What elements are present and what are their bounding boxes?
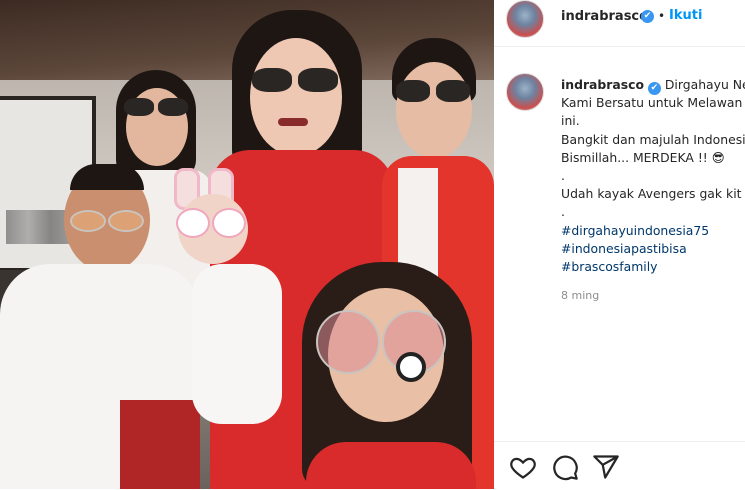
caption-line-0-text: Dirgahayu Ne xyxy=(664,77,745,92)
hashtag-link[interactable]: #dirgahayuindonesia75 xyxy=(561,222,745,240)
caption-line: Bangkit dan majulah Indonesi xyxy=(561,131,745,147)
post-sidebar: indrabrasco ✔ • Ikuti indrabrasco ✔ Dirg… xyxy=(494,0,745,489)
caption-line: . xyxy=(561,167,565,183)
user-avatar[interactable] xyxy=(506,0,544,38)
hashtag-link[interactable]: #brascosfamily xyxy=(561,258,745,276)
post-header: indrabrasco ✔ • Ikuti xyxy=(494,0,745,47)
action-bar xyxy=(494,441,745,490)
caption-line: Bismillah... MERDEKA !! 😎 xyxy=(561,149,725,165)
share-icon[interactable] xyxy=(592,453,620,481)
header-username[interactable]: indrabrasco xyxy=(561,9,648,24)
verified-badge-icon: ✔ xyxy=(641,10,654,23)
separator-dot: • xyxy=(658,9,666,23)
follow-button[interactable]: Ikuti xyxy=(669,8,702,23)
caption-avatar[interactable] xyxy=(506,73,544,111)
person-front-girl xyxy=(296,262,476,489)
post-media[interactable] xyxy=(0,0,494,489)
caption-line: . xyxy=(561,204,565,220)
person-baby xyxy=(168,168,298,428)
hashtag-link[interactable]: #indonesiapastibisa xyxy=(561,240,745,258)
caption-line-1: indrabrasco ✔ Dirgahayu Ne xyxy=(561,76,745,95)
heart-icon[interactable] xyxy=(509,453,537,481)
caption-verified-icon: ✔ xyxy=(647,82,661,95)
comment-icon[interactable] xyxy=(551,453,579,481)
caption-line: ini. xyxy=(561,113,580,129)
caption-text: indrabrasco ✔ Dirgahayu Ne Kami Bersatu … xyxy=(561,76,745,276)
caption-line: Udah kayak Avengers gak kit xyxy=(561,186,742,202)
instagram-post: indrabrasco ✔ • Ikuti indrabrasco ✔ Dirg… xyxy=(0,0,745,489)
post-timestamp[interactable]: 8 ming xyxy=(561,289,599,302)
caption-username[interactable]: indrabrasco xyxy=(561,77,644,92)
caption-line: Kami Bersatu untuk Melawan xyxy=(561,95,743,111)
